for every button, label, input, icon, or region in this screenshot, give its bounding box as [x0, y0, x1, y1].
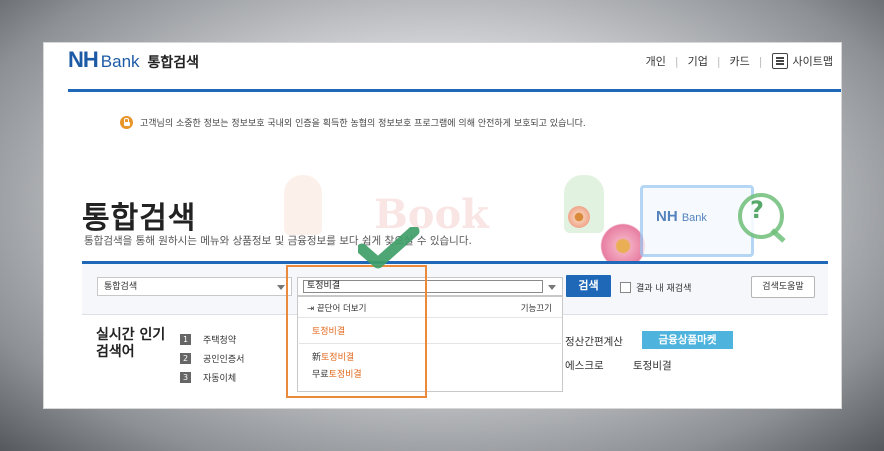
scope-value: 통합검색 [104, 282, 138, 292]
nav-personal[interactable]: 개인 [646, 53, 666, 69]
nav-business[interactable]: 기업 [688, 53, 708, 69]
header-title: 통합검색 [147, 55, 200, 71]
sitemap-button[interactable]: 사이트맵 [771, 53, 833, 69]
sitemap-label: 사이트맵 [792, 55, 833, 68]
search-page: NH Bank 통합검색 개인 | 기업 | 카드 | 사이트맵 고객님의 소중… [43, 42, 842, 409]
recheck-checkbox[interactable] [620, 282, 631, 293]
notice-text: 고객님의 소중한 정보는 정보보호 국내외 인증을 획득한 농협의 정보보호 프… [140, 119, 586, 129]
nav-divider: | [758, 54, 763, 68]
popular-term-label: 주택청약 [203, 336, 237, 346]
popular-term-label: 공인인증서 [203, 355, 245, 365]
popular-term[interactable]: 3 자동이체 [180, 371, 236, 384]
financial-market-button[interactable]: 금융상품마켓 [642, 331, 733, 349]
menu-icon [771, 53, 788, 69]
recheck-label: 결과 내 재검색 [636, 284, 692, 294]
search-button[interactable]: 검색 [566, 275, 611, 297]
rank-number: 1 [180, 334, 191, 345]
realtime-popular-title: 실시간 인기 검색어 [96, 327, 166, 360]
search-help-button[interactable]: 검색도움말 [751, 276, 815, 298]
quick-link-settlement[interactable]: 정산간편계산 [565, 334, 623, 349]
rank-number: 3 [180, 372, 191, 383]
nav-divider: | [674, 54, 679, 68]
popular-term[interactable]: 2 공인인증서 [180, 352, 244, 365]
page-title: 통합검색 [82, 201, 197, 236]
highlight-annotation-box [286, 265, 427, 398]
person-illustration [284, 175, 322, 235]
question-mark-icon: ? [750, 196, 764, 224]
lock-icon [120, 116, 133, 129]
logo-nh: NH [68, 47, 99, 72]
quick-link-escrow[interactable]: 에스크로 [565, 358, 604, 373]
quick-link-tojeong[interactable]: 토정비결 [633, 358, 672, 373]
chevron-down-icon[interactable] [548, 285, 556, 290]
nav-card[interactable]: 카드 [730, 53, 750, 69]
flower-illustration [568, 206, 590, 228]
chevron-down-icon [277, 285, 285, 290]
nav-divider: | [716, 54, 721, 68]
logo-bank: Bank [100, 52, 140, 71]
popular-term[interactable]: 1 주택청약 [180, 333, 236, 346]
checkmark-icon [358, 227, 420, 269]
nh-bank-logo[interactable]: NH Bank 통합검색 [68, 47, 199, 75]
header-divider [68, 89, 841, 92]
top-nav: 개인 | 기업 | 카드 | 사이트맵 [646, 53, 833, 69]
monitor-logo: NH Bank [656, 208, 707, 225]
popular-term-label: 자동이체 [203, 374, 237, 384]
autocomplete-off-button[interactable]: 기능끄기 [521, 302, 552, 314]
rank-number: 2 [180, 353, 191, 364]
recheck-option[interactable]: 결과 내 재검색 [620, 281, 691, 294]
search-scope-select[interactable]: 통합검색 [97, 277, 292, 296]
security-notice: 고객님의 소중한 정보는 정보보호 국내외 인증을 획득한 농협의 정보보호 프… [120, 116, 586, 129]
